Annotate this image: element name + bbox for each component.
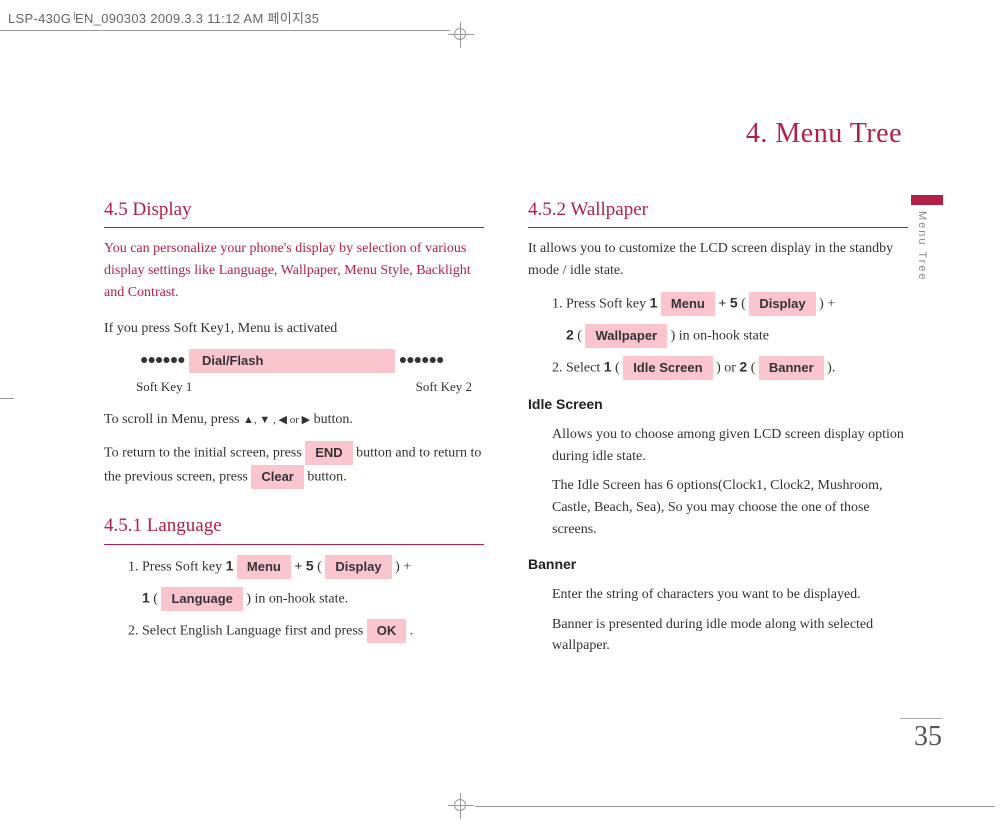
wall-step2: 2. Select 1 ( Idle Screen ) or 2 ( Banne… [552, 356, 908, 380]
left-column: 4.5 Display You can personalize your pho… [104, 195, 484, 665]
softkey-blank-pill [277, 349, 395, 373]
scroll-text-b: button. [314, 412, 353, 427]
dots-left: ●●●●●● [136, 350, 189, 372]
ok-pill: OK [367, 619, 407, 643]
idle-p2: The Idle Screen has 6 options(Clock1, Cl… [552, 475, 908, 540]
wall-step1b: 2 ( Wallpaper ) in on-hook state [566, 324, 908, 348]
right-column: 4.5.2 Wallpaper It allows you to customi… [528, 195, 908, 665]
display-pill-r: Display [749, 292, 815, 316]
softkey-labels: Soft Key 1 Soft Key 2 [136, 377, 452, 397]
chapter-title: 4. Menu Tree [746, 118, 902, 150]
bottom-crop-rule [475, 806, 995, 807]
section-4-5-1-language: 4.5.1 Language [104, 511, 484, 544]
side-tab: Menu Tree [912, 195, 942, 282]
crop-mark-bottom [448, 793, 474, 819]
menu-pill: Menu [237, 555, 291, 579]
softkey-intro: If you press Soft Key1, Menu is activate… [104, 318, 484, 340]
idlescreen-pill: Idle Screen [623, 356, 712, 380]
end-button-pill: END [305, 441, 352, 465]
wallpaper-steps: 1. Press Soft key 1 Menu + 5 ( Display )… [552, 292, 908, 380]
section-4-5-2-wallpaper: 4.5.2 Wallpaper [528, 195, 908, 228]
dialflash-pill: Dial/Flash [189, 349, 277, 373]
crop-hairline [74, 12, 75, 20]
scroll-text-a: To scroll in Menu, press [104, 412, 243, 427]
softkey2-label: Soft Key 2 [416, 377, 472, 397]
lang-step1b: 1 ( Language ) in on-hook state. [142, 587, 484, 611]
return-text-c: button. [307, 470, 346, 485]
doc-header-strip: LSP-430G EN_090303 2009.3.3 11:12 AM 페이지… [8, 8, 319, 27]
page-number: 35 [900, 718, 942, 753]
display-pill: Display [325, 555, 391, 579]
banner-p2: Banner is presented during idle mode alo… [552, 614, 908, 657]
display-intro: You can personalize your phone's display… [104, 238, 484, 303]
wallpaper-intro: It allows you to customize the LCD scree… [528, 238, 908, 281]
wall-step1: 1. Press Soft key 1 Menu + 5 ( Display )… [552, 292, 908, 316]
sub-banner: Banner [528, 554, 908, 576]
side-tab-bar [911, 195, 943, 205]
side-tab-label: Menu Tree [916, 211, 928, 282]
language-steps: 1. Press Soft key 1 Menu + 5 ( Display )… [128, 555, 484, 643]
crop-hairline-left [0, 398, 14, 399]
section-4-5-display: 4.5 Display [104, 195, 484, 228]
sub-idle-screen: Idle Screen [528, 394, 908, 416]
lang-step1: 1. Press Soft key 1 Menu + 5 ( Display )… [128, 555, 484, 579]
menu-pill-r: Menu [661, 292, 715, 316]
idle-p1: Allows you to choose among given LCD scr… [552, 424, 908, 467]
banner-pill: Banner [759, 356, 824, 380]
language-pill: Language [161, 587, 242, 611]
clear-button-pill: Clear [251, 465, 304, 489]
softkey-bar: ●●●●●● Dial/Flash ●●●●●● [136, 349, 484, 373]
arrow-keys: ▲, ▼ , ◀ or ▶ [243, 414, 310, 426]
dots-right: ●●●●●● [395, 350, 448, 372]
return-text-a: To return to the initial screen, press [104, 445, 305, 460]
scroll-instruction: To scroll in Menu, press ▲, ▼ , ◀ or ▶ b… [104, 409, 484, 431]
lang-step2: 2. Select English Language first and pre… [128, 619, 484, 643]
crop-mark-top [448, 22, 474, 48]
return-instruction: To return to the initial screen, press E… [104, 441, 484, 489]
top-crop-rule [0, 30, 450, 31]
banner-p1: Enter the string of characters you want … [552, 584, 908, 606]
softkey1-label: Soft Key 1 [136, 377, 192, 397]
wallpaper-pill: Wallpaper [585, 324, 667, 348]
